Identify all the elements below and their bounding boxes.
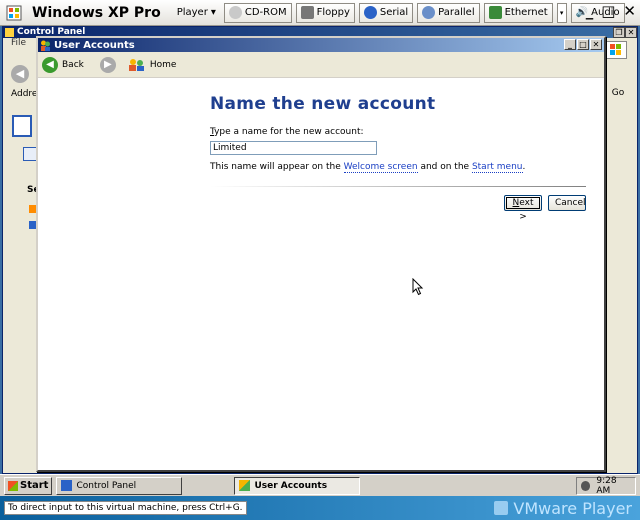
maximize-icon[interactable]: □	[601, 2, 615, 20]
vmware-brand: VMware Player	[494, 499, 632, 518]
serial-icon	[363, 6, 377, 19]
note-middle: and on the	[417, 162, 472, 172]
note-suffix: .	[522, 162, 526, 172]
system-tray: 9:28 AM	[576, 476, 636, 496]
vmware-logo-icon	[6, 5, 22, 21]
ethernet-button[interactable]: Ethernet	[483, 2, 553, 23]
close-icon[interactable]: ✕	[625, 27, 637, 38]
go-button[interactable]: Go	[605, 85, 631, 101]
account-name-input[interactable]	[210, 141, 377, 155]
network-icon[interactable]	[581, 480, 591, 491]
control-panel-window-controls: ❐ ✕	[613, 27, 637, 38]
taskbar-item-user-accounts[interactable]: User Accounts	[234, 476, 361, 495]
start-menu-link[interactable]: Start menu	[471, 162, 523, 173]
note-prefix: This name will appear on the	[210, 162, 344, 172]
parallel-icon	[422, 6, 436, 19]
chevron-down-icon: ▾	[210, 7, 216, 18]
vm-name: Windows XP Pro	[32, 4, 161, 21]
player-menu-label: Player	[176, 7, 208, 18]
cancel-button[interactable]: Cancel	[548, 195, 586, 211]
address-label: Addre	[11, 89, 38, 99]
vmware-statusbar: To direct input to this virtual machine,…	[0, 496, 640, 520]
ethernet-dropdown[interactable]: ▾	[556, 2, 567, 23]
floppy-button[interactable]: Floppy	[295, 2, 355, 23]
prompt-text: ype a name for the new account:	[214, 127, 364, 137]
back-button-label[interactable]: Back	[62, 60, 84, 70]
name-prompt: Type a name for the new account:	[210, 127, 586, 137]
task-icon	[12, 115, 32, 137]
welcome-screen-link[interactable]: Welcome screen	[343, 162, 418, 173]
vmware-brand-label: VMware Player	[513, 498, 632, 518]
next-label: ext >	[519, 198, 534, 222]
cdrom-label: CD-ROM	[244, 7, 287, 18]
user-accounts-titlebar: User Accounts _ □ ✕	[38, 38, 604, 52]
user-accounts-icon	[239, 480, 251, 491]
serial-label: Serial	[379, 7, 409, 18]
parallel-label: Parallel	[438, 7, 475, 18]
user-accounts-window-controls: _ □ ✕	[564, 39, 602, 50]
cdrom-icon	[228, 6, 242, 19]
user-accounts-window: User Accounts _ □ ✕ ◀ Back ▶ Home Name t…	[36, 36, 606, 472]
switch-view-icon[interactable]	[23, 147, 37, 161]
wizard-buttons: Next > Cancel	[210, 195, 586, 222]
serial-button[interactable]: Serial	[358, 2, 414, 23]
divider	[210, 186, 586, 187]
cdrom-button[interactable]: CD-ROM	[223, 2, 292, 23]
back-arrow-icon[interactable]: ◀	[11, 65, 29, 83]
start-button[interactable]: Start	[4, 476, 53, 495]
parallel-button[interactable]: Parallel	[417, 2, 480, 23]
windows-flag-icon	[8, 480, 18, 491]
close-icon[interactable]: ✕	[590, 39, 602, 50]
minimize-icon[interactable]: _	[586, 2, 594, 20]
home-icon[interactable]	[128, 58, 146, 72]
taskbar: Start Control Panel User Accounts 9:28 A…	[0, 474, 640, 496]
start-label: Start	[20, 480, 49, 491]
minimize-icon[interactable]: _	[564, 39, 576, 50]
ethernet-icon	[488, 6, 502, 19]
vmware-brand-icon	[494, 501, 509, 515]
vmware-window-controls: _ □ ✕	[586, 2, 636, 20]
floppy-label: Floppy	[316, 7, 350, 18]
menu-file[interactable]: File	[11, 38, 26, 48]
user-accounts-icon	[40, 40, 51, 51]
maximize-icon[interactable]: □	[577, 39, 589, 50]
player-menu[interactable]: Player ▾	[173, 7, 220, 18]
taskbar-item-label: Control Panel	[76, 480, 137, 491]
vmware-toolbar: Windows XP Pro Player ▾ CD-ROM Floppy Ser…	[0, 0, 640, 26]
navigation-bar: ◀ Back ▶ Home	[38, 52, 604, 78]
back-arrow-icon[interactable]: ◀	[42, 56, 58, 73]
taskbar-item-control-panel[interactable]: Control Panel	[56, 476, 183, 495]
floppy-icon	[300, 6, 314, 19]
guest-desktop: Control Panel ❐ ✕ File ◀ Addre Go Se Use…	[0, 26, 640, 474]
close-icon[interactable]: ✕	[623, 2, 636, 20]
windows-logo-icon	[605, 41, 627, 59]
status-message: To direct input to this virtual machine,…	[4, 501, 247, 515]
user-accounts-title: User Accounts	[54, 39, 135, 51]
taskbar-item-label: User Accounts	[254, 480, 328, 491]
page-title: Name the new account	[210, 94, 436, 114]
name-usage-note: This name will appear on the Welcome scr…	[210, 162, 586, 173]
ethernet-label: Ethernet	[504, 7, 548, 18]
forward-arrow-icon[interactable]: ▶	[99, 56, 116, 73]
home-button-label[interactable]: Home	[150, 60, 177, 70]
control-panel-icon	[5, 28, 14, 37]
control-panel-icon	[61, 480, 73, 491]
next-button[interactable]: Next >	[504, 195, 542, 222]
wizard-content: Name the new account Type a name for the…	[210, 94, 586, 222]
restore-icon[interactable]: ❐	[613, 27, 625, 38]
clock[interactable]: 9:28 AM	[596, 476, 631, 496]
mouse-pointer-icon	[412, 277, 424, 296]
